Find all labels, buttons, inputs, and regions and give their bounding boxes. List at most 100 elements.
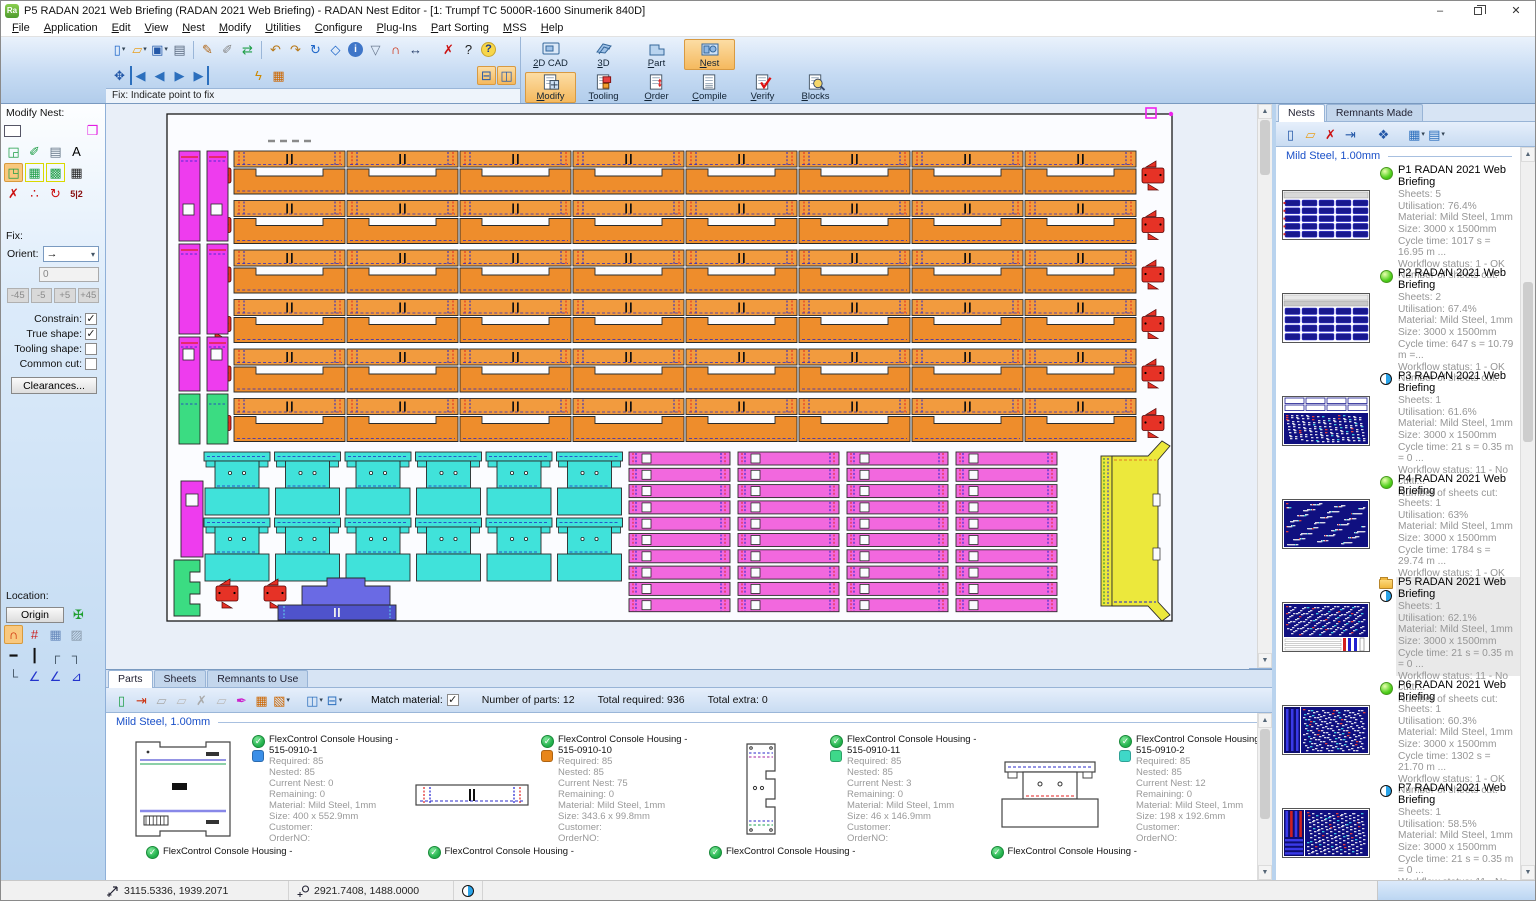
part-card[interactable]: ✓FlexControl Console Housing -515-0910-1… (403, 733, 692, 844)
button-tooling[interactable]: Tooling (578, 72, 629, 103)
layout-vertical-icon[interactable]: ◫ (497, 66, 516, 85)
part-card[interactable]: ✓FlexControl Console Housing -515-0910-2… (981, 733, 1270, 844)
sheet-icon[interactable] (4, 125, 21, 137)
jack-icon[interactable]: ✠ (69, 605, 88, 624)
restore-button[interactable] (1459, 1, 1497, 20)
origin-button[interactable]: Origin (6, 607, 64, 623)
delete-part-icon[interactable]: ✗ (4, 184, 23, 203)
undo-icon[interactable]: ↶ (266, 40, 285, 59)
nest-drawing[interactable] (106, 104, 1249, 669)
scroll-thumb[interactable] (1523, 282, 1533, 442)
first-icon[interactable]: ◀ (130, 66, 149, 85)
tab-remnants-made[interactable]: Remnants Made (1326, 104, 1423, 121)
nest-entry[interactable]: P5 RADAN 2021 Web BriefingSheets: 1Utili… (1276, 575, 1520, 678)
button-part[interactable]: Part (631, 39, 682, 70)
report-icon[interactable]: ▧▾ (272, 691, 291, 710)
view-icons-icon[interactable]: ◫▾ (305, 691, 324, 710)
magnet-icon[interactable]: ∩ (386, 40, 405, 59)
part-card[interactable]: ✓FlexControl Console Housing - (991, 846, 1273, 859)
menu-nest[interactable]: Nest (175, 21, 212, 35)
delete-pick-icon[interactable]: ✗ (439, 40, 458, 59)
copy-part-icon[interactable]: ▱ (152, 691, 171, 710)
scroll-thumb[interactable] (1260, 120, 1270, 175)
grid-snap-icon[interactable]: ▦ (46, 625, 65, 644)
save-icon[interactable]: ▣▾ (150, 40, 169, 59)
context-help-icon[interactable]: ? (459, 40, 478, 59)
angle-button-plus45[interactable]: +45 (78, 288, 100, 303)
orient-select[interactable]: →▾ (43, 246, 99, 262)
checkbox-common-cut-[interactable] (85, 358, 97, 370)
button-compile[interactable]: Compile (684, 72, 735, 103)
menu-plug-ins[interactable]: Plug-Ins (369, 21, 423, 35)
open-icon[interactable]: ▱▾ (130, 40, 149, 59)
view-icons-icon[interactable]: ▦▾ (1407, 125, 1426, 144)
redo-icon[interactable]: ↷ (286, 40, 305, 59)
grid-swap-icon[interactable]: ▦ (25, 163, 44, 182)
dimension-icon[interactable]: ↔ (406, 40, 425, 59)
menu-help[interactable]: Help (534, 21, 571, 35)
close-button[interactable]: ✕ (1497, 1, 1535, 20)
horizontal-line-icon[interactable]: ━ (4, 646, 23, 665)
menu-utilities[interactable]: Utilities (258, 21, 307, 35)
tab-parts[interactable]: Parts (108, 670, 153, 688)
part-card[interactable]: ✓FlexControl Console Housing - (428, 846, 710, 859)
move-part-icon[interactable]: ◳ (4, 163, 23, 182)
grid-dots-icon[interactable]: ▨ (67, 625, 86, 644)
last-icon[interactable]: ▶ (190, 66, 209, 85)
open-part-icon[interactable]: ▱ (212, 691, 231, 710)
scroll-down-icon[interactable]: ▼ (1258, 865, 1272, 880)
pin-part-icon[interactable]: ✐ (25, 142, 44, 161)
menu-configure[interactable]: Configure (308, 21, 370, 35)
nest-entry[interactable]: P2 RADAN 2021 Web BriefingSheets: 2Utili… (1276, 266, 1520, 369)
nest-entry[interactable]: P1 RADAN 2021 Web BriefingSheets: 5Utili… (1276, 163, 1520, 266)
axes-icon[interactable]: └ (4, 667, 23, 686)
part-card[interactable]: ✓FlexControl Console Housing - (709, 846, 991, 859)
apex-icon[interactable]: ◇ (326, 40, 345, 59)
angle-icon[interactable]: ∠ (25, 667, 44, 686)
match-material-checkbox[interactable] (447, 694, 459, 706)
view-3d-icon[interactable]: ❖ (1374, 125, 1393, 144)
help-icon[interactable]: ? (481, 42, 496, 57)
angle-ref-icon[interactable]: ⊿ (67, 667, 86, 686)
import-part-icon[interactable]: ⇥ (132, 691, 151, 710)
scroll-down-icon[interactable]: ▼ (1258, 653, 1272, 668)
nest-entry[interactable]: P3 RADAN 2021 Web BriefingSheets: 1Utili… (1276, 369, 1520, 472)
open-nest-icon[interactable]: ▱ (1301, 125, 1320, 144)
minimize-button[interactable]: – (1421, 1, 1459, 20)
info-icon[interactable]: i (348, 42, 363, 57)
angle-input[interactable] (39, 267, 99, 282)
part-card[interactable]: ✓FlexControl Console Housing -515-0910-1… (114, 733, 403, 844)
scroll-thumb[interactable] (1260, 729, 1270, 819)
sequence-icon[interactable]: ∴ (25, 184, 44, 203)
duplicate-part-icon[interactable]: ▱ (172, 691, 191, 710)
delete-part-icon[interactable]: ✗ (192, 691, 211, 710)
part-card[interactable]: ✓FlexControl Console Housing -515-0910-1… (692, 733, 981, 844)
split-icon[interactable]: 5|2 (67, 184, 86, 203)
grid-icon[interactable]: # (25, 625, 44, 644)
angle-button-plus5[interactable]: +5 (54, 288, 76, 303)
tab-sheets[interactable]: Sheets (154, 670, 207, 687)
report-icon[interactable]: ▤ (46, 142, 65, 161)
exit-door-icon[interactable]: ❒ (83, 121, 102, 140)
menu-view[interactable]: View (138, 21, 176, 35)
text-icon[interactable]: A (67, 142, 86, 161)
nests-vscrollbar[interactable]: ▲ ▼ (1520, 147, 1535, 880)
clearances-button[interactable]: Clearances... (11, 377, 97, 394)
button-2d-cad[interactable]: 2D CAD (525, 39, 576, 70)
angle-button-minus5[interactable]: -5 (31, 288, 53, 303)
scroll-up-icon[interactable]: ▲ (1521, 147, 1535, 162)
filter-icon[interactable]: ▽ (366, 40, 385, 59)
table-icon[interactable]: ▦ (252, 691, 271, 710)
angle-arrow-icon[interactable]: ∠ (46, 667, 65, 686)
scroll-down-icon[interactable]: ▼ (1521, 865, 1535, 880)
checkbox-true-shape-[interactable] (85, 328, 97, 340)
new-icon[interactable]: ▯▾ (110, 40, 129, 59)
nest-entry[interactable]: P6 RADAN 2021 Web BriefingSheets: 1Utili… (1276, 678, 1520, 781)
corner-tl-icon[interactable]: ┌ (46, 646, 65, 665)
pin-icon[interactable]: ✒ (232, 691, 251, 710)
delete-nest-icon[interactable]: ✗ (1321, 125, 1340, 144)
part-card[interactable]: ✓FlexControl Console Housing - (146, 846, 428, 859)
sheet-grid-icon[interactable]: ▦ (269, 66, 288, 85)
corner-tr-icon[interactable]: ┐ (67, 646, 86, 665)
button-3d[interactable]: 3D (578, 39, 629, 70)
